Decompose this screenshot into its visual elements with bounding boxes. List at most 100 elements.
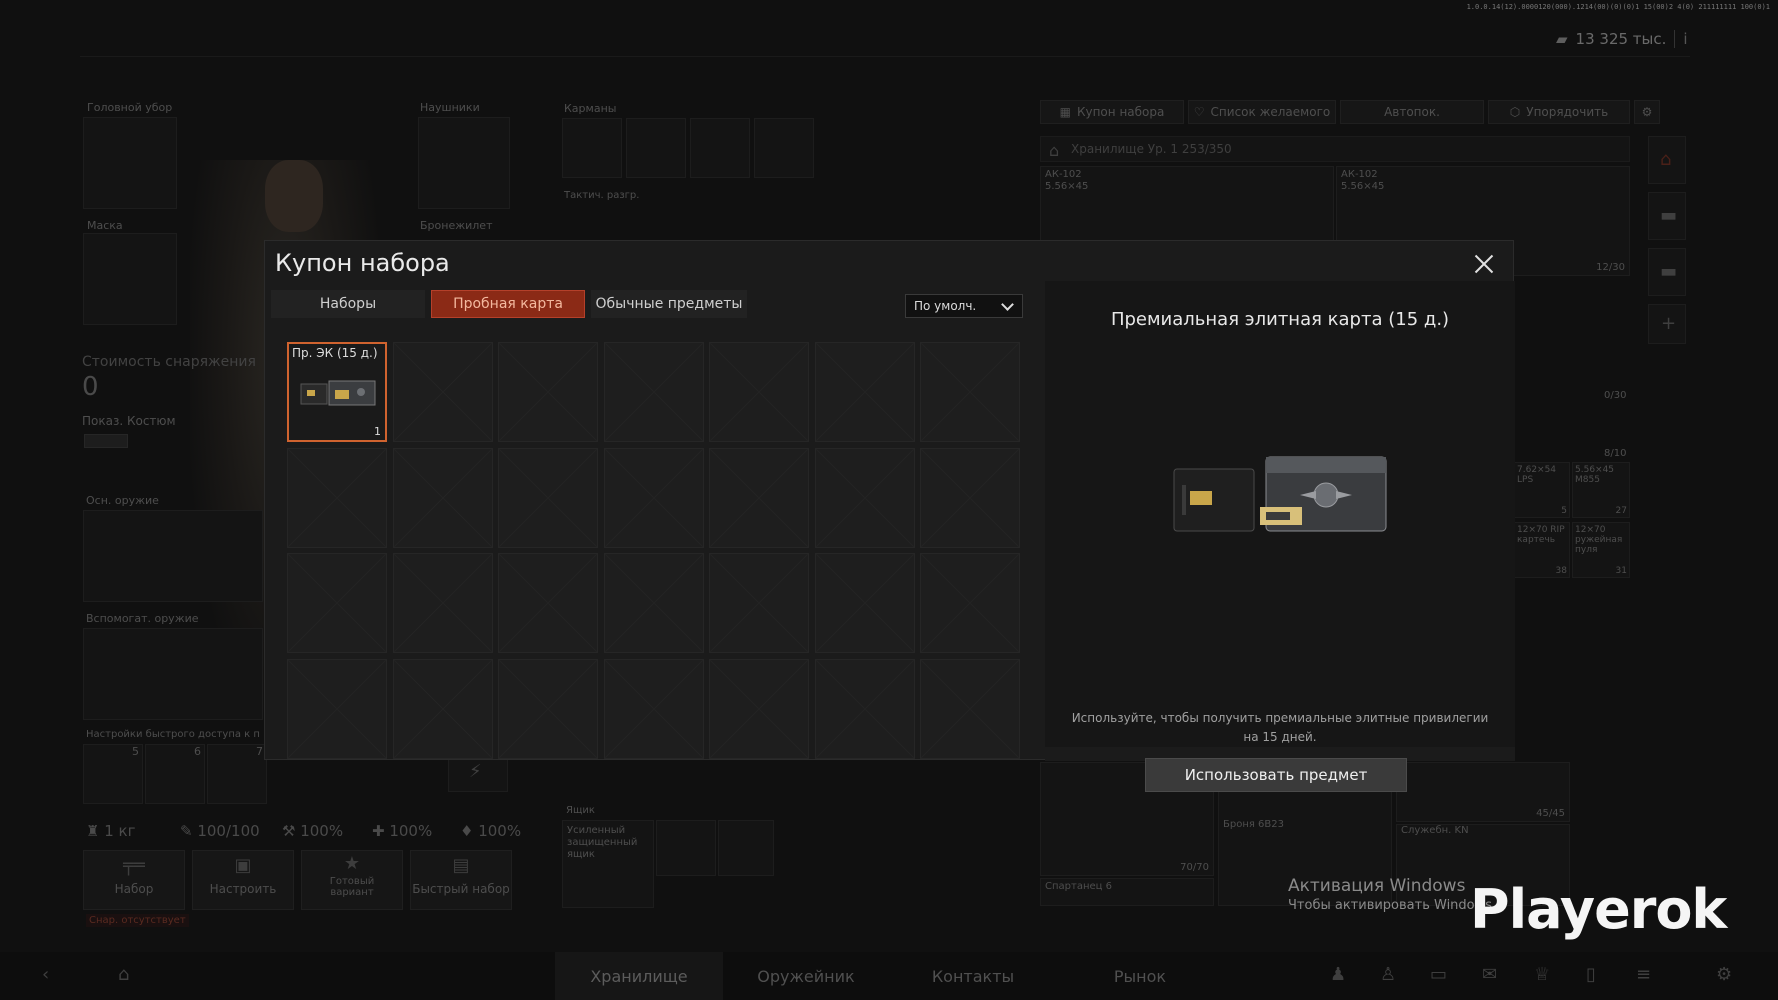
sort-icon: ⬡ bbox=[1509, 105, 1521, 119]
profile-icon[interactable]: ♙ bbox=[1380, 964, 1396, 985]
weight-value: 1 кг bbox=[104, 822, 136, 840]
ammo-slot[interactable]: 12×70 ружейная пуля 31 bbox=[1572, 522, 1630, 578]
item-cell-selected[interactable]: Пр. ЭК (15 д.) 1 bbox=[287, 342, 387, 442]
storage-settings-button[interactable]: ⚙ bbox=[1634, 100, 1660, 124]
money-icon: ▰ bbox=[1556, 30, 1568, 48]
storage-item-slot[interactable]: 45/45 bbox=[1396, 762, 1570, 822]
tab-trial-card[interactable]: Пробная карта bbox=[431, 290, 585, 318]
use-item-button[interactable]: Использовать предмет bbox=[1145, 758, 1407, 792]
secondary-weapon-slot[interactable] bbox=[83, 628, 263, 720]
elite-card-case-image bbox=[1173, 456, 1387, 532]
quick-slot[interactable]: 7 bbox=[207, 744, 267, 804]
pocket-slot[interactable] bbox=[754, 118, 814, 178]
quick-slot[interactable]: 6 bbox=[145, 744, 205, 804]
quick-slot[interactable]: 5 bbox=[83, 744, 143, 804]
sort-dropdown[interactable]: По умолч. bbox=[905, 294, 1023, 318]
pocket-slot[interactable] bbox=[562, 118, 622, 178]
currency-amount: 13 325 тыс. bbox=[1575, 30, 1667, 48]
ammo-slot[interactable]: 12×70 RIP картечь 38 bbox=[1514, 522, 1570, 578]
box-item-name: Усиленный защищенный ящик bbox=[567, 825, 638, 860]
trophy-icon[interactable]: ♕ bbox=[1534, 964, 1550, 985]
stat-1: ⚒ 100% bbox=[282, 822, 343, 840]
ammo-count: 5 bbox=[1561, 506, 1567, 516]
stat-2-value: 100% bbox=[389, 822, 433, 840]
empty-cell bbox=[603, 658, 704, 759]
dialog-title: Купон набора bbox=[275, 249, 450, 277]
weight-icon: ♜ bbox=[86, 822, 105, 840]
close-icon[interactable] bbox=[1471, 251, 1497, 277]
empty-cell bbox=[709, 342, 809, 442]
empty-cell bbox=[392, 342, 493, 442]
armor-label: Бронежилет bbox=[420, 219, 493, 232]
list-icon[interactable]: ≡ bbox=[1636, 964, 1651, 985]
kit-coupon-dialog: Купон набора Наборы Пробная карта Обычны… bbox=[264, 240, 1515, 792]
ammo-slot[interactable]: 7.62×54 LPS 5 bbox=[1514, 462, 1570, 518]
nav-tab-market[interactable]: Рынок bbox=[1056, 952, 1224, 1000]
storage-tab-coupon[interactable]: ▦ Купон набора bbox=[1040, 100, 1184, 124]
customize-action-label: Настроить bbox=[209, 882, 277, 896]
empty-cell bbox=[392, 447, 493, 548]
headphones-slot[interactable] bbox=[418, 117, 510, 209]
info-icon[interactable]: i bbox=[1674, 30, 1688, 48]
storage-chest-button[interactable]: ▬ bbox=[1648, 192, 1686, 240]
empty-cell bbox=[392, 658, 493, 759]
storage-tab-sort[interactable]: ⬡ Упорядочить bbox=[1488, 100, 1630, 124]
gear-icon: ⚙ bbox=[1641, 105, 1653, 119]
storage-armor-slot[interactable]: Спартанец 6 bbox=[1040, 878, 1214, 906]
ammo-name: 7.62×54 LPS bbox=[1517, 465, 1557, 485]
costume-toggle[interactable] bbox=[84, 434, 128, 448]
kit-action[interactable]: ╤═ Набор bbox=[83, 850, 185, 910]
box-slot[interactable]: Усиленный защищенный ящик bbox=[562, 820, 654, 908]
gift-icon: ▦ bbox=[1059, 105, 1071, 119]
mask-slot[interactable] bbox=[83, 233, 177, 325]
detail-title: Премиальная элитная карта (15 д.) bbox=[1110, 309, 1450, 330]
storage-tab-autoloot[interactable]: Автопок. bbox=[1340, 100, 1484, 124]
mask-label: Маска bbox=[87, 219, 123, 232]
nav-tab-storage[interactable]: Хранилище bbox=[555, 952, 723, 1000]
customize-action[interactable]: ▣ Настроить bbox=[192, 850, 294, 910]
back-arrow-icon[interactable]: ‹ bbox=[42, 964, 49, 985]
pocket-slot[interactable] bbox=[690, 118, 750, 178]
wrench-icon: ✎ bbox=[180, 822, 198, 840]
ammo-slot[interactable]: 5.56×45 M855 27 bbox=[1572, 462, 1630, 518]
bottom-nav: ‹ ⌂ Хранилище Оружейник Контакты Рынок ♟… bbox=[0, 952, 1778, 1000]
windows-activation-subtitle: Чтобы активировать Windows bbox=[1288, 898, 1493, 913]
stat-3: ♦ 100% bbox=[460, 822, 521, 840]
mail-icon[interactable]: ✉ bbox=[1482, 964, 1497, 985]
clipboard-icon[interactable]: ▯ bbox=[1586, 964, 1596, 985]
windows-activation-title: Активация Windows bbox=[1288, 876, 1466, 896]
plus-icon: + bbox=[1661, 313, 1677, 334]
storage-tab-label: Список желаемого bbox=[1210, 105, 1331, 119]
nav-tab-contacts[interactable]: Контакты bbox=[889, 952, 1057, 1000]
empty-cell bbox=[498, 553, 598, 653]
empty-cell bbox=[287, 553, 387, 653]
storage-add-button[interactable]: + bbox=[1648, 304, 1686, 344]
quick-kit-action[interactable]: ▤ Быстрый набор bbox=[410, 850, 512, 910]
box-slot-small[interactable] bbox=[656, 820, 716, 876]
settings-gear-icon[interactable]: ⚙ bbox=[1716, 964, 1732, 985]
tab-regular-items[interactable]: Обычные предметы bbox=[591, 290, 747, 318]
box-slot-small[interactable] bbox=[718, 820, 774, 876]
preset-action[interactable]: ★ Готовый вариант bbox=[301, 850, 403, 910]
tab-kits[interactable]: Наборы bbox=[271, 290, 425, 318]
storage-home-button[interactable]: ⌂ bbox=[1648, 136, 1686, 184]
item-name: Пр. ЭК (15 д.) bbox=[292, 346, 378, 360]
nav-tab-armory[interactable]: Оружейник bbox=[722, 952, 890, 1000]
empty-cell bbox=[709, 658, 809, 759]
primary-weapon-slot[interactable] bbox=[83, 510, 263, 602]
gear-cost-label: Стоимость снаряжения bbox=[82, 354, 256, 370]
rifle-icon: ╤═ bbox=[123, 855, 145, 876]
home-icon[interactable]: ⌂ bbox=[118, 964, 129, 985]
empty-cell bbox=[287, 658, 387, 759]
box-label: Ящик bbox=[566, 805, 595, 816]
storage-case-button[interactable]: ▬ bbox=[1648, 248, 1686, 296]
friends-icon[interactable]: ♟ bbox=[1330, 964, 1346, 985]
headwear-slot[interactable] bbox=[83, 117, 177, 209]
armor-name: Броня 6В23 bbox=[1223, 819, 1285, 830]
secondary-weapon-label: Вспомогат. оружие bbox=[86, 612, 199, 625]
pocket-slot[interactable] bbox=[626, 118, 686, 178]
storage-header: ⌂ Хранилище Ур. 1 253/350 bbox=[1040, 136, 1630, 162]
storage-tab-wishlist[interactable]: ♡ Список желаемого bbox=[1188, 100, 1336, 124]
chat-icon[interactable]: ▭ bbox=[1430, 964, 1447, 985]
chevron-down-icon bbox=[1001, 298, 1014, 311]
